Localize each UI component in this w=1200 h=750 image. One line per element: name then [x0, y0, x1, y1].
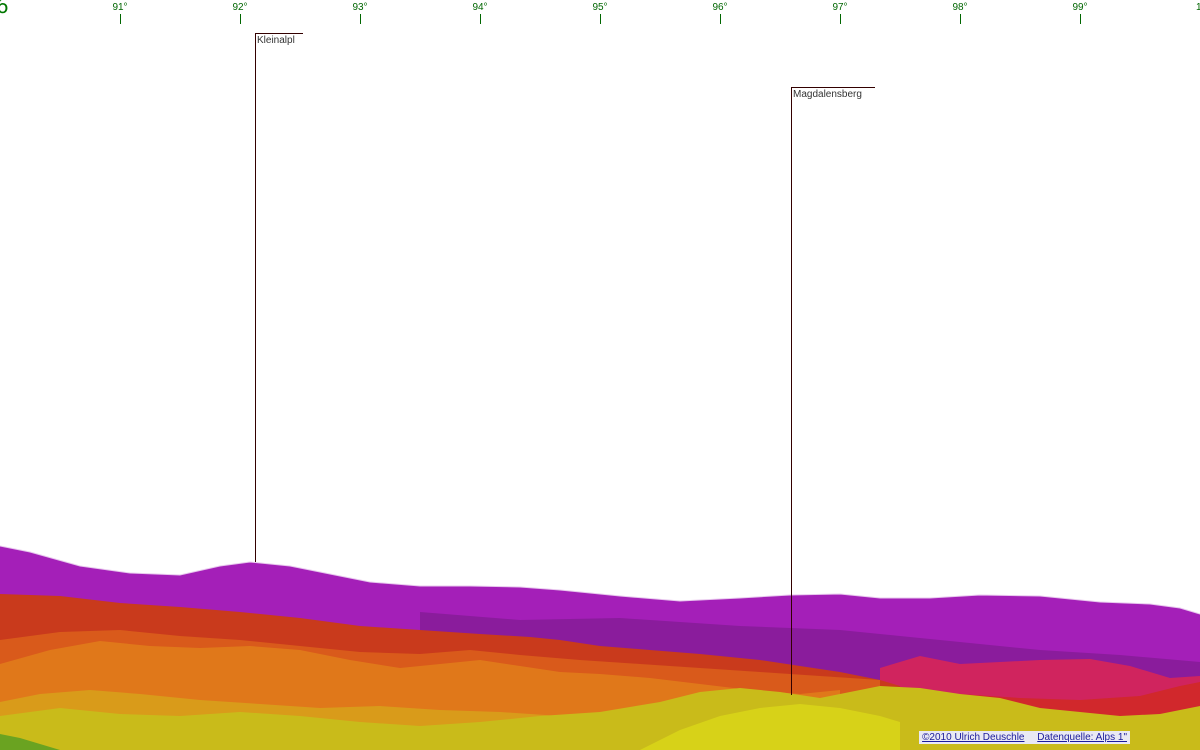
copyright-link[interactable]: ©2010 Ulrich Deuschle	[922, 732, 1024, 743]
credits-bar: ©2010 Ulrich Deuschle Datenquelle: Alps …	[919, 731, 1130, 744]
axis-partial-left-label: 6	[0, 0, 9, 18]
axis-tick-mark	[120, 14, 121, 24]
axis-tick-mark	[480, 14, 481, 24]
axis-tick-mark	[600, 14, 601, 24]
axis-tick-label: 93°	[352, 2, 368, 13]
peak-leader-line	[255, 33, 256, 562]
axis-tick-label: 91°	[112, 2, 128, 13]
axis-tick-label: 94°	[472, 2, 488, 13]
panorama-terrain	[0, 545, 1200, 750]
data-source-link[interactable]: Datenquelle: Alps 1"	[1037, 732, 1127, 743]
axis-tick-mark	[960, 14, 961, 24]
axis-tick-label: 96°	[712, 2, 728, 13]
axis-tick-label: 98°	[952, 2, 968, 13]
axis-tick-mark	[1080, 14, 1081, 24]
axis-tick-label: 10	[1196, 2, 1200, 13]
axis-tick-label: 99°	[1072, 2, 1088, 13]
axis-tick-mark	[840, 14, 841, 24]
axis-tick-mark	[360, 14, 361, 24]
peak-label: Kleinalpl	[257, 35, 295, 46]
peak-leader-line	[791, 87, 792, 695]
peak-label-bar	[791, 87, 875, 88]
axis-tick-mark	[240, 14, 241, 24]
axis-tick-label: 92°	[232, 2, 248, 13]
axis-tick-mark	[720, 14, 721, 24]
peak-label-bar	[255, 33, 303, 34]
peak-label: Magdalensberg	[793, 89, 862, 100]
axis-tick-label: 97°	[832, 2, 848, 13]
axis-tick-label: 95°	[592, 2, 608, 13]
